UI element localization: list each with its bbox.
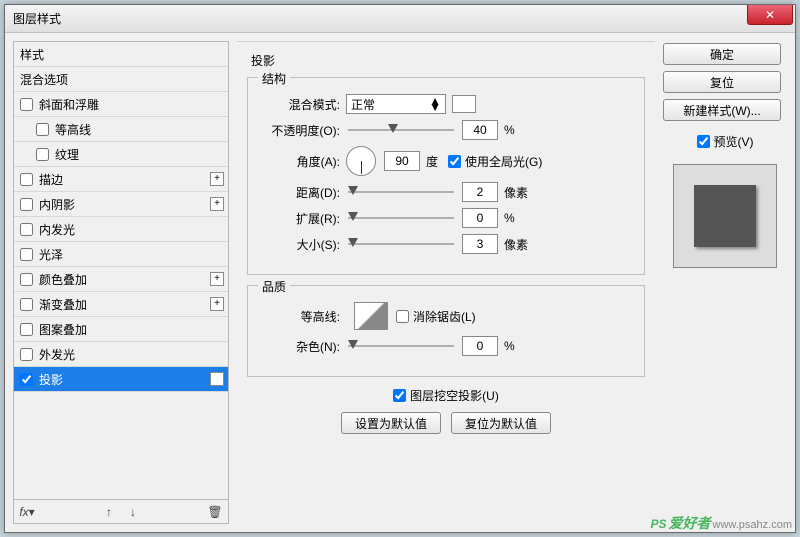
dialog-title: 图层样式 bbox=[13, 10, 61, 27]
arrow-down-icon[interactable]: ↓ bbox=[126, 505, 140, 519]
chk-color-overlay[interactable] bbox=[20, 273, 33, 286]
close-icon: ✕ bbox=[765, 8, 775, 22]
combo-arrows-icon: ▲▼ bbox=[429, 98, 441, 110]
angle-label: 角度(A): bbox=[260, 153, 346, 170]
quality-group: 品质 等高线: 消除锯齿(L) 杂色(N): % bbox=[247, 285, 645, 377]
watermark: PS 爱好者 www.psahz.com bbox=[651, 513, 793, 533]
preview-box bbox=[673, 164, 777, 268]
chk-inner-glow[interactable] bbox=[20, 223, 33, 236]
style-item-color-overlay[interactable]: 颜色叠加+ bbox=[14, 267, 228, 292]
reset-default-button[interactable]: 复位为默认值 bbox=[451, 412, 551, 434]
chk-contour[interactable] bbox=[36, 123, 49, 136]
styles-footer: fx▾ ↑ ↓ 🗑 bbox=[14, 499, 228, 523]
distance-unit: 像素 bbox=[504, 184, 528, 201]
blend-options-header[interactable]: 混合选项 bbox=[14, 67, 228, 92]
style-item-satin[interactable]: 光泽 bbox=[14, 242, 228, 267]
angle-unit: 度 bbox=[426, 153, 438, 170]
style-item-texture[interactable]: 纹理 bbox=[14, 142, 228, 167]
chk-gradient-overlay[interactable] bbox=[20, 298, 33, 311]
style-item-gradient-overlay[interactable]: 渐变叠加+ bbox=[14, 292, 228, 317]
global-light-check[interactable]: 使用全局光(G) bbox=[448, 153, 542, 170]
layer-style-dialog: 图层样式 ✕ 样式 混合选项 斜面和浮雕 等高线 纹理 描边+ 内阴影+ 内发光… bbox=[4, 4, 796, 533]
style-item-contour[interactable]: 等高线 bbox=[14, 117, 228, 142]
add-stroke-icon[interactable]: + bbox=[210, 172, 224, 186]
arrow-up-icon[interactable]: ↑ bbox=[102, 505, 116, 519]
size-label: 大小(S): bbox=[260, 236, 346, 253]
section-title: 投影 bbox=[251, 52, 645, 69]
spread-input[interactable] bbox=[462, 208, 498, 228]
opacity-label: 不透明度(O): bbox=[260, 122, 346, 139]
blend-mode-select[interactable]: 正常 ▲▼ bbox=[346, 94, 446, 114]
preview-swatch bbox=[694, 185, 756, 247]
add-color-overlay-icon[interactable]: + bbox=[210, 272, 224, 286]
distance-slider[interactable] bbox=[348, 185, 454, 199]
opacity-input[interactable] bbox=[462, 120, 498, 140]
settings-panel: 投影 结构 混合模式: 正常 ▲▼ 不透明度(O): % bbox=[237, 41, 655, 524]
contour-label: 等高线: bbox=[260, 308, 346, 325]
opacity-slider[interactable] bbox=[348, 123, 454, 137]
knockout-check[interactable]: 图层挖空投影(U) bbox=[393, 387, 499, 404]
styles-header[interactable]: 样式 bbox=[14, 42, 228, 67]
styles-list: 样式 混合选项 斜面和浮雕 等高线 纹理 描边+ 内阴影+ 内发光 光泽 颜色叠… bbox=[14, 42, 228, 499]
antialias-check[interactable]: 消除锯齿(L) bbox=[396, 308, 476, 325]
noise-slider[interactable] bbox=[348, 339, 454, 353]
structure-group: 结构 混合模式: 正常 ▲▼ 不透明度(O): % 角度(A): bbox=[247, 77, 645, 275]
spread-slider[interactable] bbox=[348, 211, 454, 225]
trash-icon[interactable]: 🗑 bbox=[208, 505, 222, 519]
chk-outer-glow[interactable] bbox=[20, 348, 33, 361]
chk-inner-shadow[interactable] bbox=[20, 198, 33, 211]
ok-button[interactable]: 确定 bbox=[663, 43, 781, 65]
chk-bevel[interactable] bbox=[20, 98, 33, 111]
style-item-bevel[interactable]: 斜面和浮雕 bbox=[14, 92, 228, 117]
style-item-outer-glow[interactable]: 外发光 bbox=[14, 342, 228, 367]
styles-panel: 样式 混合选项 斜面和浮雕 等高线 纹理 描边+ 内阴影+ 内发光 光泽 颜色叠… bbox=[13, 41, 229, 524]
preview-check[interactable]: 预览(V) bbox=[697, 133, 754, 150]
fx-icon[interactable]: fx▾ bbox=[20, 505, 34, 519]
close-button[interactable]: ✕ bbox=[747, 5, 793, 25]
titlebar: 图层样式 ✕ bbox=[5, 5, 795, 33]
distance-input[interactable] bbox=[462, 182, 498, 202]
style-item-stroke[interactable]: 描边+ bbox=[14, 167, 228, 192]
chk-drop-shadow[interactable] bbox=[20, 373, 33, 386]
add-gradient-overlay-icon[interactable]: + bbox=[210, 297, 224, 311]
size-unit: 像素 bbox=[504, 236, 528, 253]
new-style-button[interactable]: 新建样式(W)... bbox=[663, 99, 781, 121]
chk-pattern-overlay[interactable] bbox=[20, 323, 33, 336]
set-default-button[interactable]: 设置为默认值 bbox=[341, 412, 441, 434]
size-input[interactable] bbox=[462, 234, 498, 254]
style-item-drop-shadow[interactable]: 投影+ bbox=[14, 367, 228, 392]
noise-label: 杂色(N): bbox=[260, 338, 346, 355]
add-drop-shadow-icon[interactable]: + bbox=[210, 372, 224, 386]
noise-unit: % bbox=[504, 339, 515, 353]
chk-stroke[interactable] bbox=[20, 173, 33, 186]
structure-legend: 结构 bbox=[258, 70, 290, 87]
quality-legend: 品质 bbox=[258, 278, 290, 295]
blend-mode-label: 混合模式: bbox=[260, 96, 346, 113]
style-item-inner-shadow[interactable]: 内阴影+ bbox=[14, 192, 228, 217]
angle-input[interactable] bbox=[384, 151, 420, 171]
noise-input[interactable] bbox=[462, 336, 498, 356]
add-inner-shadow-icon[interactable]: + bbox=[210, 197, 224, 211]
spread-label: 扩展(R): bbox=[260, 210, 346, 227]
distance-label: 距离(D): bbox=[260, 184, 346, 201]
angle-dial[interactable] bbox=[346, 146, 376, 176]
contour-picker[interactable] bbox=[354, 302, 388, 330]
cancel-button[interactable]: 复位 bbox=[663, 71, 781, 93]
action-panel: 确定 复位 新建样式(W)... 预览(V) bbox=[663, 41, 787, 524]
chk-texture[interactable] bbox=[36, 148, 49, 161]
style-item-pattern-overlay[interactable]: 图案叠加 bbox=[14, 317, 228, 342]
chk-satin[interactable] bbox=[20, 248, 33, 261]
shadow-color-swatch[interactable] bbox=[452, 95, 476, 113]
style-item-inner-glow[interactable]: 内发光 bbox=[14, 217, 228, 242]
spread-unit: % bbox=[504, 211, 515, 225]
size-slider[interactable] bbox=[348, 237, 454, 251]
opacity-unit: % bbox=[504, 123, 515, 137]
